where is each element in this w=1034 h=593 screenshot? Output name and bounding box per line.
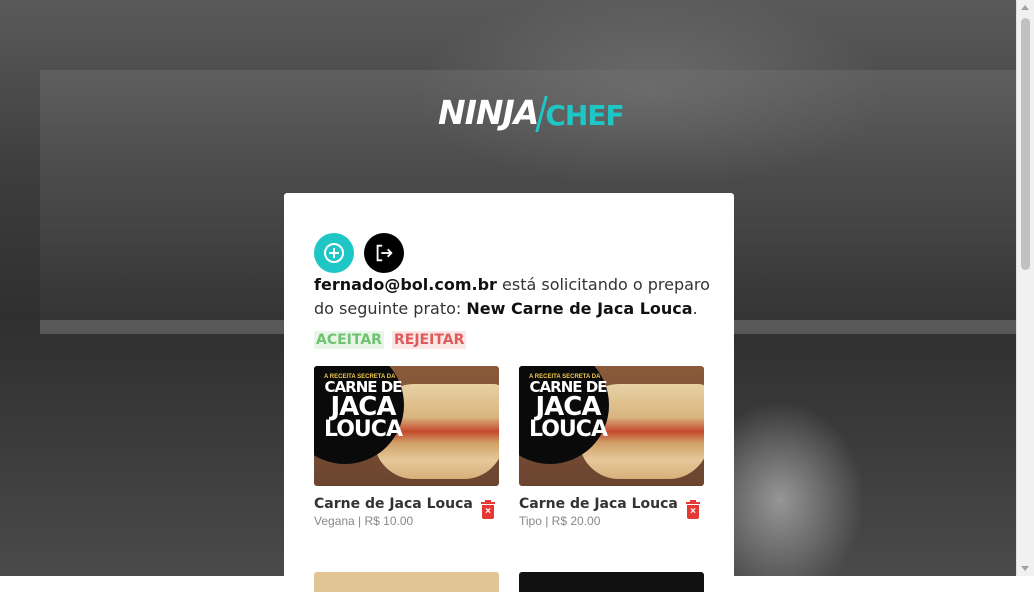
scrollbar[interactable] — [1016, 0, 1034, 576]
delete-icon[interactable]: × — [481, 500, 495, 519]
dish-image-line-3: LOUCA — [324, 417, 403, 442]
requester-email: fernado@bol.com.br — [314, 275, 497, 294]
ninjachef-logo: NINJA CHEF — [438, 88, 625, 132]
logo-chef: CHEF — [545, 99, 624, 132]
reject-button[interactable]: REJEITAR — [391, 331, 467, 349]
request-end: . — [692, 299, 698, 318]
logo-ninja: NINJA — [438, 93, 539, 132]
dish-card-partial[interactable] — [314, 572, 499, 592]
dish-card[interactable]: A RECEITA SECRETA DA CARNE DE JACA LOUCA… — [519, 366, 704, 528]
dish-image: A RECEITA SECRETA DA CARNE DE JACA LOUCA — [314, 366, 499, 486]
delete-icon[interactable]: × — [686, 500, 700, 519]
dish-image-line-2: JACA — [330, 392, 397, 422]
logout-button[interactable] — [364, 233, 404, 273]
dish-image-text: CARNE DE JACA LOUCA — [529, 380, 608, 442]
add-button[interactable] — [314, 233, 354, 273]
scrollbar-thumb[interactable] — [1021, 18, 1030, 270]
dish-subtitle: Tipo | R$ 20.00 — [519, 514, 601, 528]
dish-subtitle: Vegana | R$ 10.00 — [314, 514, 414, 528]
scroll-down-arrow-icon[interactable] — [1021, 566, 1029, 571]
scroll-up-arrow-icon[interactable] — [1021, 5, 1029, 10]
dish-image-line-3: LOUCA — [529, 417, 608, 442]
accept-button[interactable]: ACEITAR — [314, 331, 384, 349]
requested-dish: New Carne de Jaca Louca — [466, 299, 693, 318]
add-circle-icon — [324, 243, 344, 263]
dish-card[interactable]: A RECEITA SECRETA DA CARNE DE JACA LOUCA… — [314, 366, 499, 528]
dish-image-line-2: JACA — [535, 392, 602, 422]
request-actions: ACEITAR REJEITAR — [314, 331, 467, 349]
dish-image: A RECEITA SECRETA DA CARNE DE JACA LOUCA — [519, 366, 704, 486]
request-message: fernado@bol.com.br está solicitando o pr… — [314, 273, 714, 321]
dish-name: Carne de Jaca Louca — [314, 496, 473, 512]
request-card: fernado@bol.com.br está solicitando o pr… — [284, 193, 734, 593]
dish-image-text: CARNE DE JACA LOUCA — [324, 380, 403, 442]
logout-icon — [376, 244, 393, 262]
dish-card-partial[interactable] — [519, 572, 704, 592]
dish-name: Carne de Jaca Louca — [519, 496, 678, 512]
